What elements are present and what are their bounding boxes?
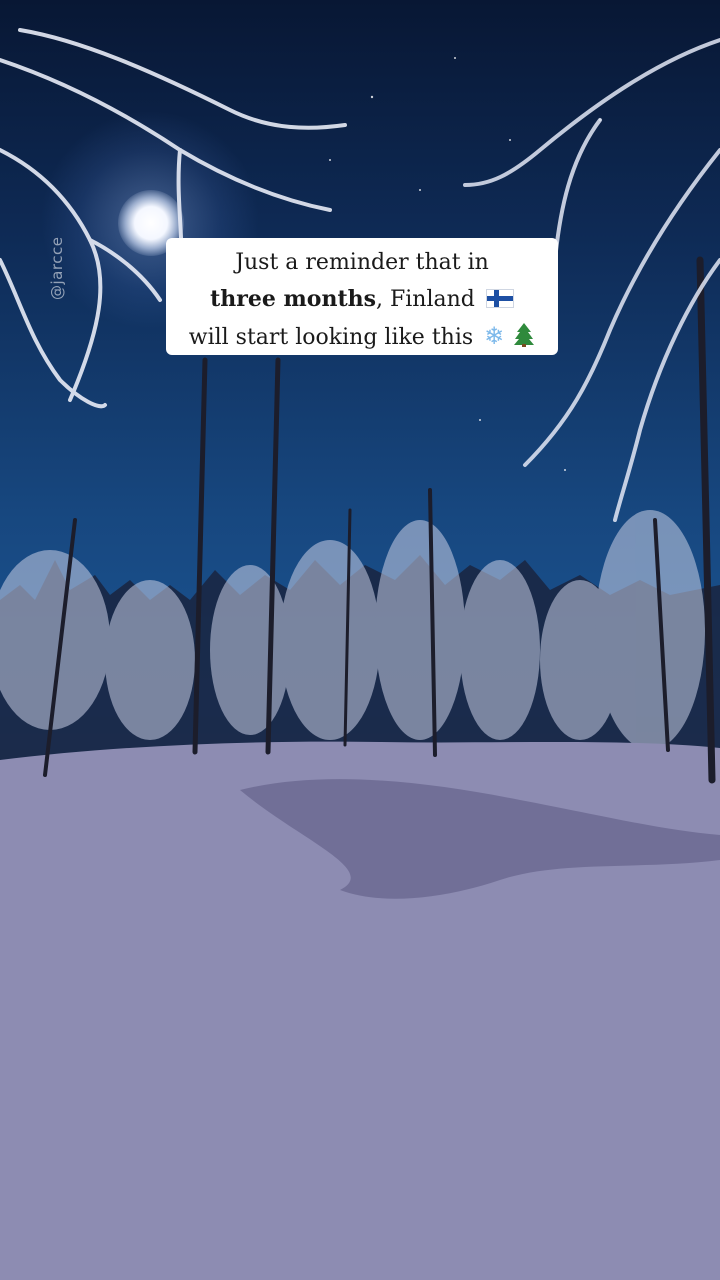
caption-line-3-text: will start looking like this: [188, 325, 474, 350]
caption-bold-text: three months: [210, 286, 377, 312]
caption-line-2: three months, Finland: [174, 281, 550, 318]
caption-line-1: Just a reminder that in: [235, 250, 489, 275]
video-frame: @jarcce Just a reminder that in three mo…: [0, 0, 720, 1280]
caption-line-2-rest: , Finland: [376, 287, 475, 312]
caption-line-3: will start looking like this ❄: [174, 318, 550, 356]
creator-watermark: @jarcce: [48, 236, 66, 300]
finland-flag-icon: [485, 289, 514, 308]
snowflake-icon: ❄: [484, 322, 505, 350]
evergreen-tree-icon: [514, 323, 535, 347]
forest-scene: [0, 28, 720, 1280]
caption-box: Just a reminder that in three months, Fi…: [166, 238, 558, 355]
